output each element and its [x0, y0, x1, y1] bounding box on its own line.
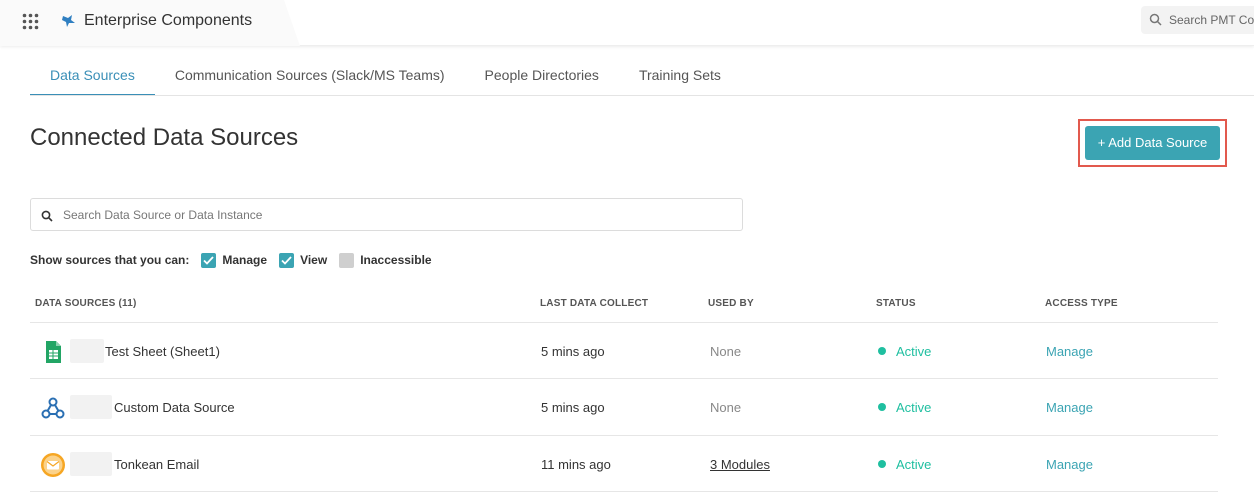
status-active-dot	[878, 403, 886, 411]
tab-bar: Data Sources Communication Sources (Slac…	[30, 56, 741, 96]
column-header-last-collect[interactable]: LAST DATA COLLECT	[540, 298, 648, 309]
last-data-collect: 11 mins ago	[541, 457, 611, 472]
add-data-source-button[interactable]: + Add Data Source	[1085, 126, 1220, 160]
page-title: Connected Data Sources	[30, 124, 299, 151]
used-by: None	[710, 400, 742, 415]
bird-logo-icon	[60, 12, 78, 30]
data-source-search	[30, 198, 743, 231]
data-source-search-input[interactable]	[63, 204, 723, 226]
add-button-highlight: + Add Data Source	[1078, 119, 1227, 167]
tab-people-directories[interactable]: People Directories	[465, 56, 619, 96]
redacted-label	[70, 339, 104, 363]
access-type-link[interactable]: Manage	[1046, 457, 1093, 472]
filter-view-checkbox[interactable]: View	[279, 252, 328, 268]
app-title: Enterprise Components	[84, 12, 253, 29]
table-row[interactable]: Test Sheet (Sheet1) 5 mins ago None Acti…	[30, 323, 1218, 379]
table-row[interactable]: Custom Data Source 5 mins ago None Activ…	[30, 379, 1218, 435]
checkbox-unchecked-icon	[339, 252, 355, 268]
status-active-dot	[878, 460, 886, 468]
grid-apps-icon[interactable]	[22, 13, 39, 30]
search-icon	[1149, 13, 1162, 26]
column-header-data-sources[interactable]: DATA SOURCES (11)	[35, 298, 137, 309]
checkbox-checked-icon	[279, 252, 295, 268]
data-source-name[interactable]: Test Sheet (Sheet1)	[105, 344, 220, 359]
used-by-modules-link[interactable]: 3 Modules	[710, 457, 770, 472]
tab-divider	[30, 95, 1254, 96]
tab-communication-sources[interactable]: Communication Sources (Slack/MS Teams)	[155, 56, 465, 96]
tab-training-sets[interactable]: Training Sets	[619, 56, 741, 96]
redacted-label	[70, 452, 112, 476]
used-by: None	[710, 344, 742, 359]
search-icon	[41, 209, 53, 222]
email-icon	[40, 452, 66, 478]
last-data-collect: 5 mins ago	[541, 400, 605, 415]
row-divider	[30, 491, 1218, 492]
data-source-name[interactable]: Custom Data Source	[114, 400, 235, 415]
filter-view-label: View	[300, 253, 328, 267]
filters-label: Show sources that you can:	[30, 253, 190, 267]
status-label: Active	[896, 344, 932, 359]
redacted-label	[70, 395, 112, 419]
last-data-collect: 5 mins ago	[541, 344, 605, 359]
top-bar: Enterprise Components Search PMT Com	[0, 0, 1254, 46]
tab-data-sources[interactable]: Data Sources	[30, 56, 155, 96]
column-header-access-type[interactable]: ACCESS TYPE	[1045, 298, 1118, 309]
status-label: Active	[896, 457, 932, 472]
data-source-name[interactable]: Tonkean Email	[114, 457, 199, 472]
column-header-used-by[interactable]: USED BY	[708, 298, 754, 309]
filter-manage-checkbox[interactable]: Manage	[201, 252, 268, 268]
google-sheets-icon	[40, 339, 66, 365]
global-search-input[interactable]: Search PMT Com	[1141, 6, 1254, 34]
access-filters: Show sources that you can: Manage View I…	[30, 251, 444, 269]
access-type-link[interactable]: Manage	[1046, 400, 1093, 415]
access-type-link[interactable]: Manage	[1046, 344, 1093, 359]
status-active-dot	[878, 347, 886, 355]
global-search-placeholder: Search PMT Com	[1169, 13, 1254, 27]
filter-inaccessible-checkbox[interactable]: Inaccessible	[339, 252, 432, 268]
column-header-status[interactable]: STATUS	[876, 298, 916, 309]
checkbox-checked-icon	[201, 252, 217, 268]
filter-inaccessible-label: Inaccessible	[360, 253, 432, 267]
table-row[interactable]: Tonkean Email 11 mins ago 3 Modules Acti…	[30, 436, 1218, 492]
status-label: Active	[896, 400, 932, 415]
filter-manage-label: Manage	[222, 253, 268, 267]
webhook-icon	[40, 395, 66, 421]
